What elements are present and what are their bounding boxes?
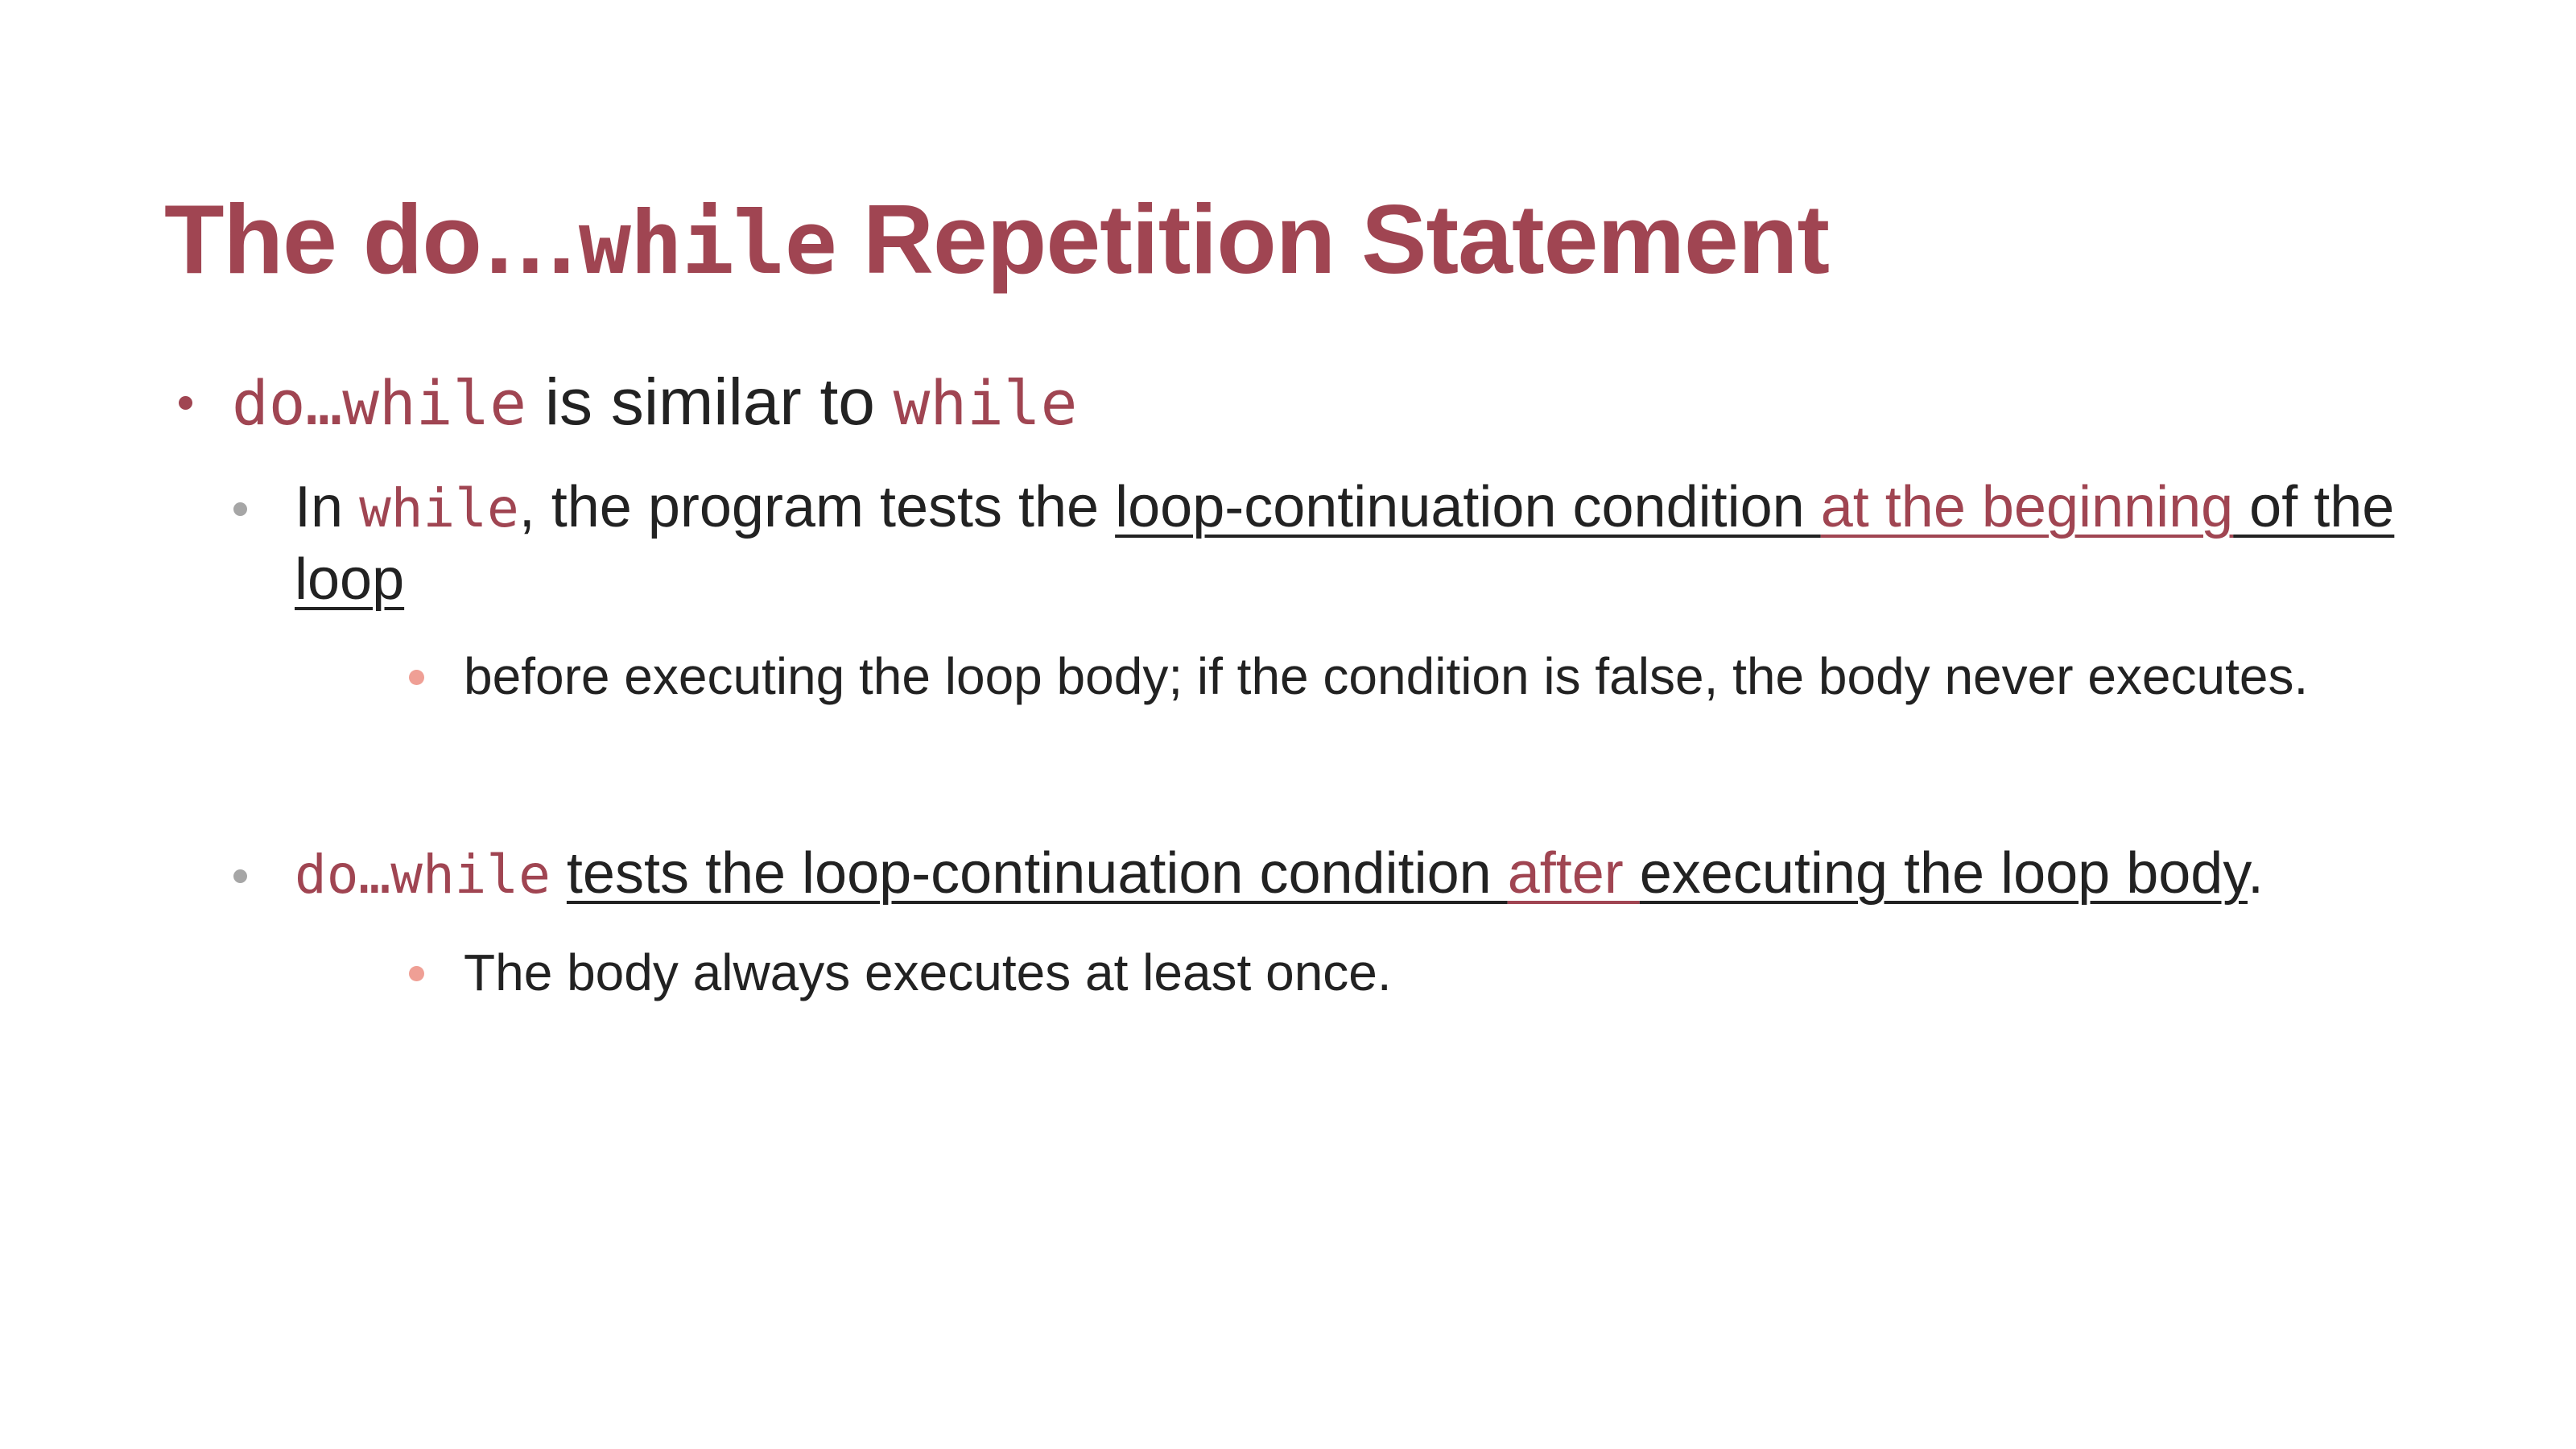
code-do-while-inline: do…while (295, 844, 551, 906)
underlined-condition: loop-continuation condition (1115, 475, 1821, 539)
bullet-dot-level3 (409, 966, 424, 981)
period: . (2248, 841, 2264, 906)
bullet-while-continuation: loop (295, 543, 404, 616)
bullet-dot-level1 (179, 396, 192, 410)
bullet-always-executes-text: The body always executes at least once. (464, 943, 1392, 1001)
bullet-dot-level2 (233, 502, 247, 516)
underlined-executing-body: executing the loop body (1639, 841, 2248, 906)
title-code: while (578, 193, 837, 294)
bullet-before-executing-text: before executing the loop body; if the c… (464, 647, 2309, 705)
underlined-at-beginning: at the beginning (1820, 475, 2234, 539)
bullet-before-executing: before executing the loop body; if the c… (464, 644, 2308, 708)
underlined-loop: loop (295, 547, 405, 612)
underlined-after: after (1507, 841, 1640, 906)
bullet-similar-text: is similar to (526, 365, 894, 439)
code-do-while: do…while (232, 367, 527, 439)
bullet-while-prefix: In (295, 475, 360, 539)
title-prefix: The do… (164, 184, 580, 294)
title-suffix: Repetition Statement (836, 184, 1830, 294)
bullet-while-text: , the program tests the (518, 475, 1116, 539)
bullet-dot-level3 (409, 670, 424, 685)
code-while-inline: while (359, 477, 519, 539)
bullet-do-while-tests: do…while tests the loop-continuation con… (295, 837, 2264, 911)
underlined-tests-condition: tests the loop-continuation condition (566, 841, 1508, 906)
bullet-dot-level2 (233, 869, 247, 883)
slide: The do…while Repetition Statement do…whi… (0, 0, 2576, 1449)
bullet-while-tests: In while, the program tests the loop-con… (295, 471, 2394, 545)
bullet-always-executes: The body always executes at least once. (464, 940, 1392, 1005)
slide-title: The do…while Repetition Statement (164, 179, 1830, 304)
underlined-of-the: of the (2233, 475, 2395, 539)
bullet-similar: do…while is similar to while (232, 362, 1077, 444)
code-while: while (893, 367, 1078, 439)
